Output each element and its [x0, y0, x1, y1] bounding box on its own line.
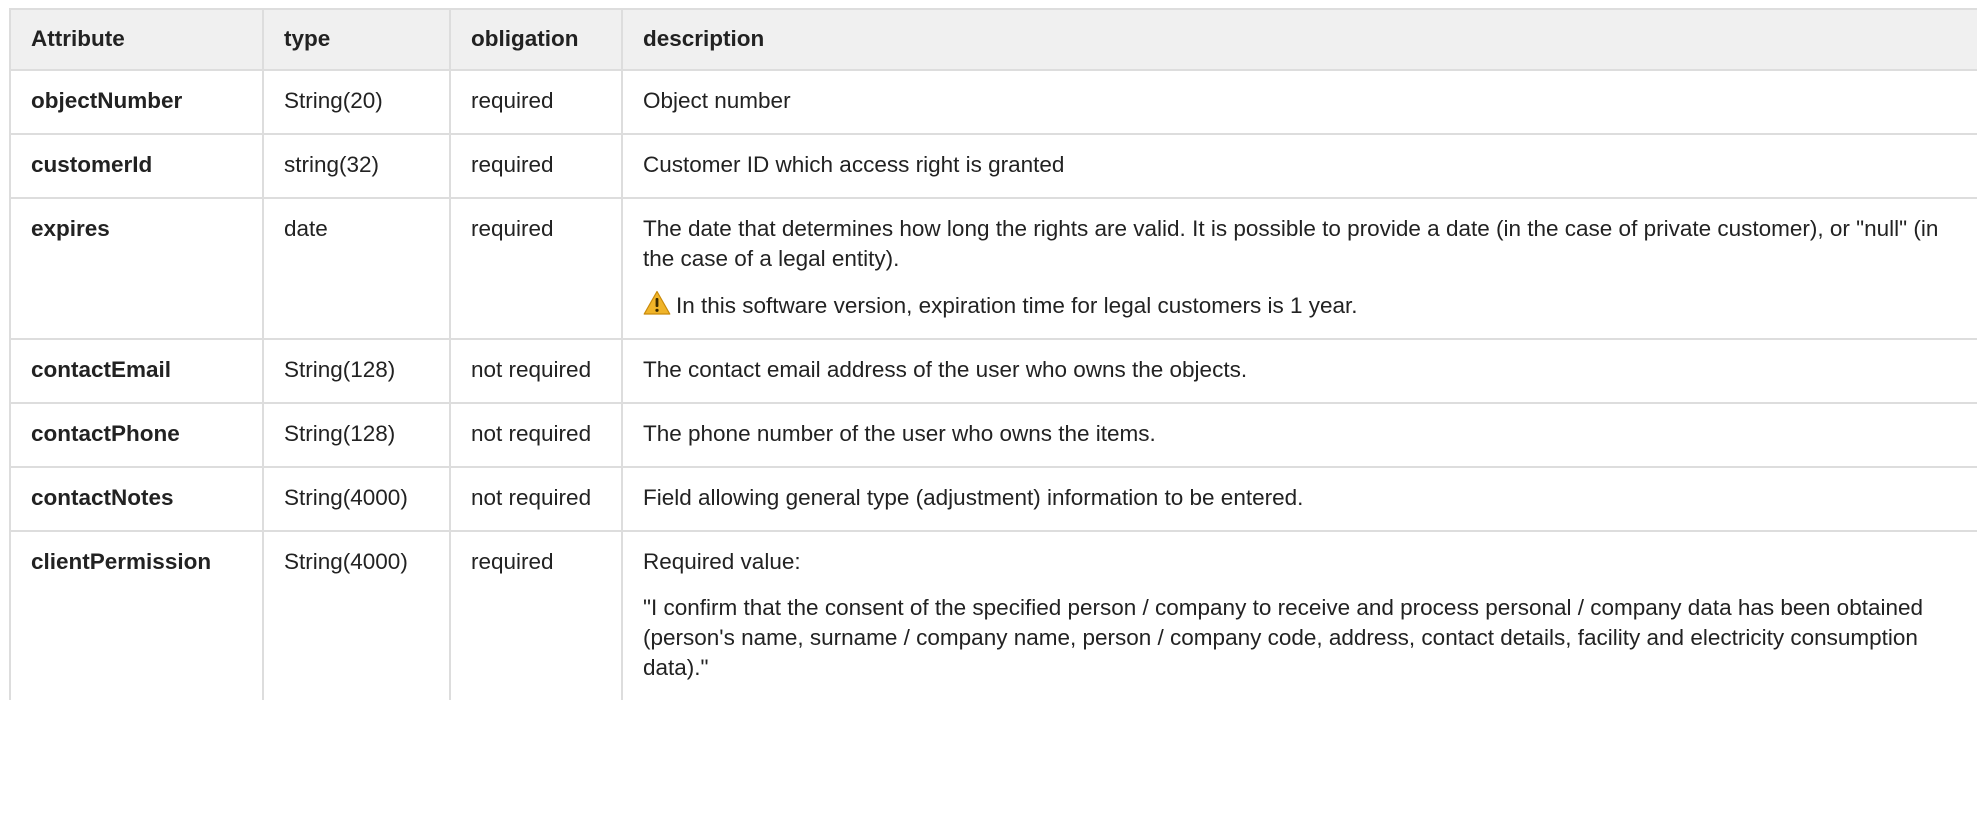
obligation-cell: not required — [449, 338, 623, 404]
description-text: Customer ID which access right is grante… — [643, 152, 1065, 177]
attribute-cell: customerId — [9, 133, 264, 199]
attribute-cell: contactEmail — [9, 338, 264, 404]
description-cell: The date that determines how long the ri… — [621, 197, 1977, 340]
table-row: customerId string(32) required Customer … — [9, 133, 1977, 199]
warning-note: In this software version, expiration tim… — [643, 290, 1957, 321]
table-row: objectNumber String(20) required Object … — [9, 69, 1977, 135]
description-text: Object number — [643, 88, 791, 113]
attribute-cell: expires — [9, 197, 264, 340]
description-cell: Field allowing general type (adjustment)… — [621, 466, 1977, 532]
description-text: The phone number of the user who owns th… — [643, 421, 1156, 446]
description-cell: Required value: "I confirm that the cons… — [621, 530, 1977, 700]
header-attribute: Attribute — [9, 8, 264, 71]
description-text: Field allowing general type (adjustment)… — [643, 485, 1304, 510]
table-row: clientPermission String(4000) required R… — [9, 530, 1977, 700]
description-text-2: "I confirm that the consent of the speci… — [643, 595, 1924, 680]
table-header-row: Attribute type obligation description — [9, 8, 1977, 71]
warning-icon — [643, 290, 671, 315]
warning-note-text: In this software version, expiration tim… — [676, 293, 1358, 318]
description-cell: Object number — [621, 69, 1977, 135]
table-row: contactPhone String(128) not required Th… — [9, 402, 1977, 468]
description-cell: Customer ID which access right is grante… — [621, 133, 1977, 199]
obligation-cell: not required — [449, 402, 623, 468]
obligation-cell: required — [449, 133, 623, 199]
type-cell: date — [262, 197, 451, 340]
type-cell: String(4000) — [262, 466, 451, 532]
attributes-table-container: Attribute type obligation description ob… — [9, 8, 1977, 814]
obligation-cell: not required — [449, 466, 623, 532]
description-cell: The phone number of the user who owns th… — [621, 402, 1977, 468]
table-row: contactNotes String(4000) not required F… — [9, 466, 1977, 532]
obligation-cell: required — [449, 530, 623, 700]
header-obligation: obligation — [449, 8, 623, 71]
attribute-cell: contactNotes — [9, 466, 264, 532]
obligation-cell: required — [449, 69, 623, 135]
header-description: description — [621, 8, 1977, 71]
header-type: type — [262, 8, 451, 71]
description-text: The date that determines how long the ri… — [643, 216, 1939, 271]
attribute-cell: objectNumber — [9, 69, 264, 135]
type-cell: String(128) — [262, 402, 451, 468]
table-row: expires date required The date that dete… — [9, 197, 1977, 340]
type-cell: String(128) — [262, 338, 451, 404]
attribute-cell: clientPermission — [9, 530, 264, 700]
table-row: contactEmail String(128) not required Th… — [9, 338, 1977, 404]
attribute-cell: contactPhone — [9, 402, 264, 468]
description-text: The contact email address of the user wh… — [643, 357, 1248, 382]
obligation-cell: required — [449, 197, 623, 340]
description-cell: The contact email address of the user wh… — [621, 338, 1977, 404]
attributes-table: Attribute type obligation description ob… — [9, 8, 1977, 700]
description-text: Required value: — [643, 549, 801, 574]
type-cell: String(4000) — [262, 530, 451, 700]
type-cell: String(20) — [262, 69, 451, 135]
type-cell: string(32) — [262, 133, 451, 199]
